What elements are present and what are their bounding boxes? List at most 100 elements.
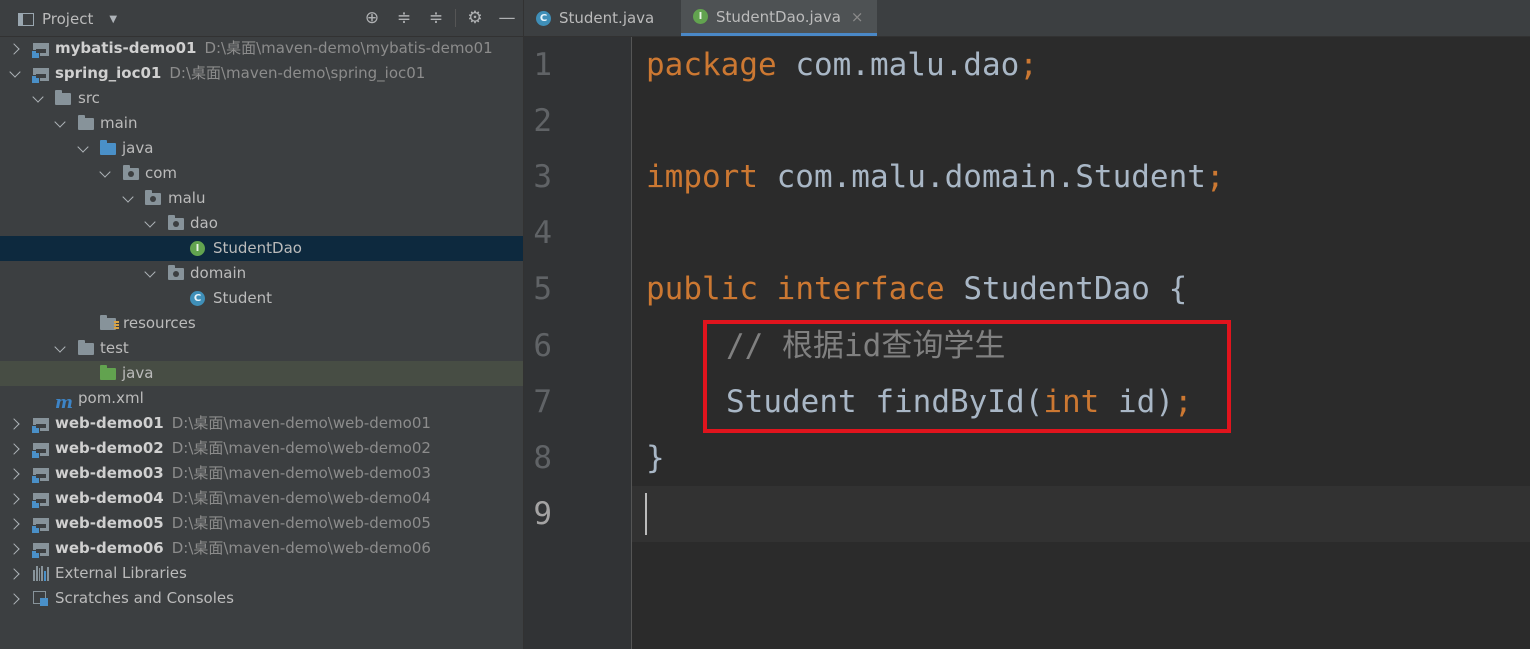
tree-item-domain[interactable]: domain [0,261,523,286]
tree-item-label: Scratches and Consoles [55,589,234,607]
source-folder-icon [100,140,116,156]
tree-item-label: mybatis-demo01 [55,39,197,57]
annotation-highlight-box [703,320,1231,433]
chevron-down-icon[interactable] [77,136,89,161]
tab-label: StudentDao.java [716,7,841,26]
line-number: 5 [533,271,552,307]
editor-tab-bar: C Student.java I StudentDao.java × [524,0,1530,37]
line-number: 8 [533,440,552,476]
code-line-8: } [646,440,665,476]
text-caret [645,493,647,535]
module-icon [31,66,49,84]
tree-item-web-demo06[interactable]: web-demo06 D:\桌面\maven-demo\web-demo06 [0,536,523,561]
folder-icon [55,90,71,106]
chevron-right-icon[interactable] [8,561,21,586]
tree-item-path: D:\桌面\maven-demo\web-demo02 [171,439,431,457]
chevron-right-icon[interactable] [8,36,21,61]
toolbar-divider [455,9,456,27]
project-view-selector[interactable]: Project ▼ [18,9,117,29]
tree-item-label: src [78,89,100,107]
tree-item-web-demo03[interactable]: web-demo03 D:\桌面\maven-demo\web-demo03 [0,461,523,486]
current-line-highlight [632,486,1530,542]
tree-item-student[interactable]: C Student [0,286,523,311]
tree-item-java-sources[interactable]: java [0,136,523,161]
tree-item-mybatis-demo01[interactable]: mybatis-demo01 D:\桌面\maven-demo\mybatis-d… [0,36,523,61]
tree-item-label: web-demo06 [55,539,164,557]
chevron-down-icon[interactable] [99,161,111,186]
tab-studentdao-java[interactable]: I StudentDao.java × [681,0,878,36]
chevron-right-icon[interactable] [8,586,21,611]
tree-item-main[interactable]: main [0,111,523,136]
tree-item-resources[interactable]: resources [0,311,523,336]
chevron-down-icon[interactable] [32,86,44,111]
line-number-gutter: 1 2 3 4 5 6 7 8 9 [524,37,632,649]
interface-icon: I [693,9,708,24]
line-number: 7 [533,384,552,420]
gear-icon[interactable]: ⚙ [459,7,491,29]
tree-item-scratches-and-consoles[interactable]: Scratches and Consoles [0,586,523,611]
code-line-3: import com.malu.domain.Student; [646,159,1225,195]
locate-file-icon[interactable]: ⊕ [356,7,388,29]
folder-icon [78,340,94,356]
tree-item-web-demo05[interactable]: web-demo05 D:\桌面\maven-demo\web-demo05 [0,511,523,536]
tree-item-web-demo04[interactable]: web-demo04 D:\桌面\maven-demo\web-demo04 [0,486,523,511]
project-panel: Project ▼ ⊕ ≑ ≑ ⚙ — mybatis-demo01 D:\桌面\… [0,0,524,649]
tree-item-path: D:\桌面\maven-demo\spring_ioc01 [169,64,426,82]
tree-item-java-tests[interactable]: java [0,361,523,386]
tree-item-pom-xml[interactable]: m pom.xml [0,386,523,412]
chevron-down-icon[interactable] [122,186,134,211]
tree-item-label: pom.xml [78,389,144,407]
chevron-right-icon[interactable] [8,536,21,561]
tree-item-malu[interactable]: malu [0,186,523,211]
project-panel-title: Project [42,10,94,28]
chevron-down-icon[interactable] [144,211,156,236]
package-icon [145,190,161,206]
expand-all-icon[interactable]: ≑ [388,7,420,29]
chevron-down-icon[interactable] [54,111,66,136]
tree-item-dao[interactable]: dao [0,211,523,236]
chevron-down-icon[interactable] [54,336,66,361]
class-icon: C [536,10,551,26]
chevron-right-icon[interactable] [8,436,21,461]
line-number: 3 [533,159,552,195]
tree-item-label: java [122,139,154,157]
tab-student-java[interactable]: C Student.java [536,0,654,36]
module-icon [31,41,49,59]
tree-item-label: web-demo05 [55,514,164,532]
tree-item-src[interactable]: src [0,86,523,111]
chevron-right-icon[interactable] [8,411,21,436]
module-icon [31,466,49,484]
interface-icon: I [190,241,206,256]
chevron-down-icon[interactable]: ▼ [109,14,117,25]
chevron-down-icon[interactable] [9,61,21,86]
tree-item-test[interactable]: test [0,336,523,361]
collapse-all-icon[interactable]: ≑ [420,7,452,29]
tree-item-web-demo02[interactable]: web-demo02 D:\桌面\maven-demo\web-demo02 [0,436,523,461]
tree-item-spring-ioc01[interactable]: spring_ioc01 D:\桌面\maven-demo\spring_ioc0… [0,61,523,86]
package-icon [168,265,184,281]
hide-panel-icon[interactable]: — [491,7,523,29]
chevron-down-icon[interactable] [144,261,156,286]
tree-item-label: web-demo04 [55,489,164,507]
tree-item-label: main [100,114,138,132]
chevron-right-icon[interactable] [8,486,21,511]
tab-label: Student.java [559,9,655,27]
tree-item-label: test [100,339,129,357]
tree-item-label: External Libraries [55,564,187,582]
tree-item-path: D:\桌面\maven-demo\web-demo03 [171,464,431,482]
tree-item-web-demo01[interactable]: web-demo01 D:\桌面\maven-demo\web-demo01 [0,411,523,436]
scratches-icon [33,591,49,606]
chevron-right-icon[interactable] [8,461,21,486]
tree-item-label: malu [168,189,206,207]
tree-item-studentdao[interactable]: I StudentDao [0,236,523,261]
project-tree: mybatis-demo01 D:\桌面\maven-demo\mybatis-d… [0,36,523,611]
close-icon[interactable]: × [851,8,864,26]
module-icon [31,491,49,509]
resources-folder-icon [100,315,119,331]
tree-item-label: domain [190,264,247,282]
tree-item-com[interactable]: com [0,161,523,186]
tree-item-external-libraries[interactable]: External Libraries [0,561,523,586]
project-panel-header: Project ▼ ⊕ ≑ ≑ ⚙ — [0,0,523,37]
code-editor[interactable]: package com.malu.dao; import com.malu.do… [632,37,1530,649]
chevron-right-icon[interactable] [8,511,21,536]
